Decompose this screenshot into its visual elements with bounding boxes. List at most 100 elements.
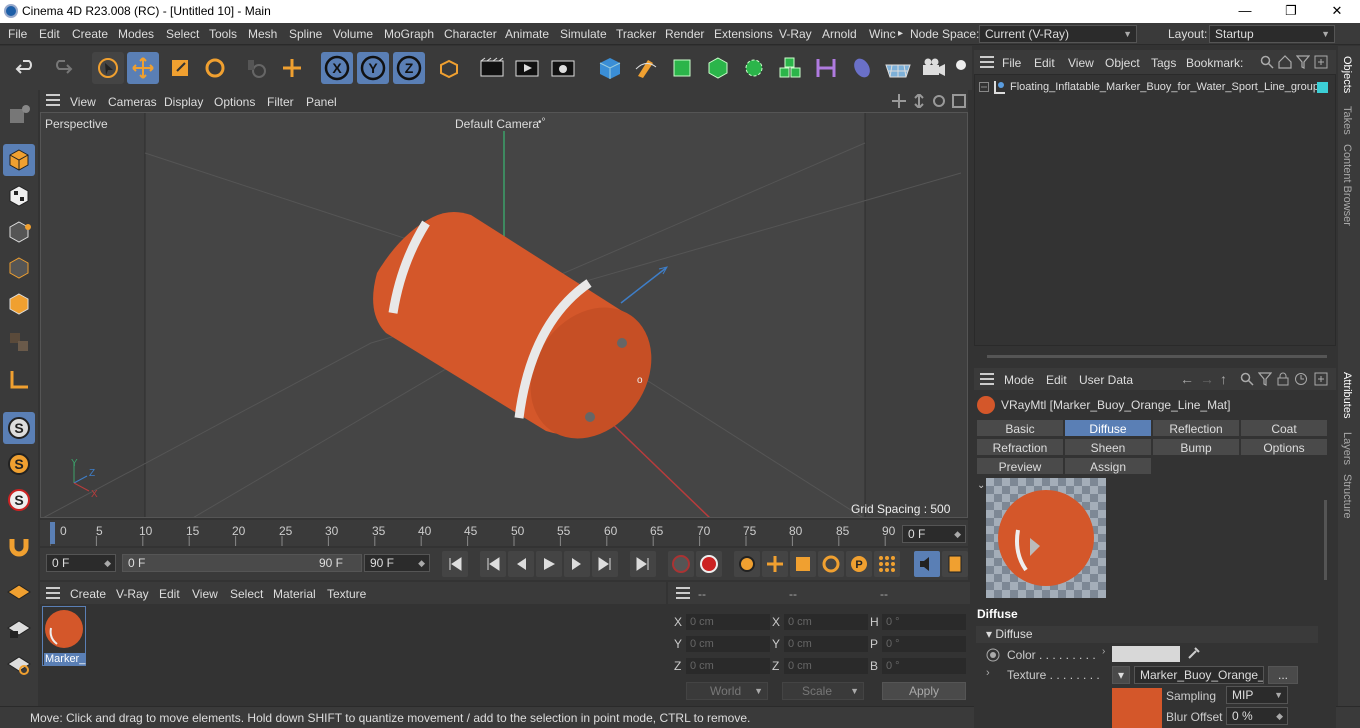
key-scale-icon[interactable] (790, 551, 816, 577)
maximize-button[interactable]: ❐ (1268, 0, 1314, 23)
world-axis-icon[interactable] (276, 52, 308, 84)
side-tab-objects[interactable]: Objects (1341, 56, 1353, 93)
viewport-menu-view[interactable]: View (70, 95, 96, 109)
obj-menu-edit[interactable]: Edit (1034, 56, 1055, 70)
texture-mode-icon[interactable] (3, 180, 35, 212)
search-icon[interactable] (1260, 55, 1274, 72)
forward-arrow-icon[interactable]: → (1200, 371, 1214, 387)
search-icon[interactable] (1240, 372, 1254, 389)
snap-settings-icon[interactable]: S (3, 448, 35, 480)
workplane-snap-icon[interactable]: S (3, 484, 35, 516)
color-swatch[interactable] (1112, 646, 1180, 662)
viewport-menu-display[interactable]: Display (164, 95, 203, 109)
planar-workplane-icon[interactable] (3, 648, 35, 680)
rotate-tool-icon[interactable] (199, 52, 231, 84)
menu-modes[interactable]: Modes (118, 27, 154, 41)
next-frame-icon[interactable] (564, 551, 590, 577)
key-rotation-icon[interactable] (818, 551, 844, 577)
layer-color-tag[interactable] (1317, 82, 1328, 93)
tab-diffuse[interactable]: Diffuse (1064, 419, 1152, 437)
viewport-menu-options[interactable]: Options (214, 95, 255, 109)
deformer-icon[interactable] (810, 52, 842, 84)
point-mode-icon[interactable] (3, 216, 35, 248)
texture-browse-button[interactable]: ... (1268, 666, 1298, 684)
history-icon[interactable] (1294, 372, 1308, 389)
viewport-maximize-icon[interactable] (952, 94, 966, 111)
mat-menu-view[interactable]: View (192, 587, 218, 601)
rot-h-field[interactable]: 0 ° (882, 614, 966, 630)
hamburger-icon[interactable] (676, 587, 690, 602)
go-to-start-icon[interactable] (442, 551, 468, 577)
snap-icon[interactable]: S (3, 412, 35, 444)
y-axis-lock-icon[interactable]: Y (357, 52, 389, 84)
menu-edit[interactable]: Edit (39, 27, 60, 41)
recent-tools-icon[interactable] (240, 52, 272, 84)
make-editable-icon[interactable] (3, 98, 35, 130)
layout-dropdown[interactable]: Startup ▼ (1209, 25, 1335, 43)
cloner-icon[interactable] (738, 52, 770, 84)
pos-x-field[interactable]: 0 cm (686, 614, 770, 630)
tab-assign[interactable]: Assign (1064, 457, 1152, 475)
polygon-mode-icon[interactable] (3, 288, 35, 320)
field-icon[interactable] (846, 52, 878, 84)
viewport-rotate-icon[interactable] (932, 94, 946, 111)
timeline-ruler[interactable]: 0 5 10 15 20 25 30 35 40 45 50 55 60 65 … (40, 520, 968, 546)
obj-menu-tags[interactable]: Tags (1151, 56, 1176, 70)
pos-z-field[interactable]: 0 cm (686, 658, 770, 674)
obj-menu-view[interactable]: View (1068, 56, 1094, 70)
menu-render[interactable]: Render (665, 27, 704, 41)
render-settings-icon[interactable] (547, 52, 579, 84)
tab-refraction[interactable]: Refraction (976, 438, 1064, 456)
side-tab-content-browser[interactable]: Content Browser (1341, 144, 1353, 226)
edge-mode-icon[interactable] (3, 252, 35, 284)
workplane-icon[interactable] (3, 576, 35, 608)
playhead[interactable] (50, 522, 55, 544)
play-icon[interactable] (536, 551, 562, 577)
attr-menu-edit[interactable]: Edit (1046, 373, 1067, 387)
extrude-icon[interactable] (702, 52, 734, 84)
color-animate-icon[interactable] (986, 648, 1000, 665)
sampling-dropdown[interactable]: MIP ▼ (1226, 686, 1288, 704)
model-mode-icon[interactable] (3, 144, 35, 176)
apply-button[interactable]: Apply (882, 682, 966, 700)
tab-options[interactable]: Options (1240, 438, 1328, 456)
axis-mode-icon[interactable] (3, 364, 35, 396)
timeline-icon[interactable] (942, 551, 968, 577)
size-y-field[interactable]: 0 cm (784, 636, 868, 652)
tab-coat[interactable]: Coat (1240, 419, 1328, 437)
mograph-cubes-icon[interactable] (774, 52, 806, 84)
render-view-icon[interactable] (476, 52, 508, 84)
viewport-menu-panel[interactable]: Panel (306, 95, 337, 109)
camera-name[interactable]: Default Camera (455, 117, 539, 131)
menu-extensions[interactable]: Extensions (714, 27, 773, 41)
previous-frame-icon[interactable] (508, 551, 534, 577)
menu-select[interactable]: Select (166, 27, 199, 41)
material-thumbnail[interactable]: Marker_ (42, 606, 87, 666)
hamburger-icon[interactable] (980, 56, 994, 71)
collapse-arrow-icon[interactable]: ⌄ (977, 480, 985, 491)
3d-viewport[interactable]: o Perspective Default Camera •° Y Z X Gr… (40, 112, 968, 518)
coord-system-dropdown[interactable]: World ▼ (686, 682, 768, 700)
live-selection-icon[interactable] (92, 52, 124, 84)
scale-tool-icon[interactable] (164, 52, 196, 84)
diffuse-group-header[interactable]: ▾ Diffuse (976, 626, 1318, 643)
magnet-icon[interactable] (3, 530, 35, 562)
mat-menu-select[interactable]: Select (230, 587, 263, 601)
go-to-end-icon[interactable] (630, 551, 656, 577)
filter-icon[interactable] (1295, 55, 1311, 72)
autokey-icon[interactable] (696, 551, 722, 577)
tab-sheen[interactable]: Sheen (1064, 438, 1152, 456)
sound-icon[interactable] (914, 551, 940, 577)
subdivision-surface-icon[interactable] (666, 52, 698, 84)
new-window-icon[interactable] (1314, 55, 1328, 72)
tab-bump[interactable]: Bump (1152, 438, 1240, 456)
coordinate-system-icon[interactable] (432, 52, 464, 84)
menu-window[interactable]: Winc (869, 27, 896, 41)
end-frame-field[interactable]: 90 F ◆ (364, 554, 430, 572)
pos-y-field[interactable]: 0 cm (686, 636, 770, 652)
menu-arnold[interactable]: Arnold (822, 27, 857, 41)
menu-mograph[interactable]: MoGraph (384, 27, 434, 41)
close-button[interactable]: ✕ (1314, 0, 1360, 23)
blur-offset-field[interactable]: 0 % ◆ (1226, 707, 1288, 725)
lock-icon[interactable] (1276, 372, 1290, 389)
